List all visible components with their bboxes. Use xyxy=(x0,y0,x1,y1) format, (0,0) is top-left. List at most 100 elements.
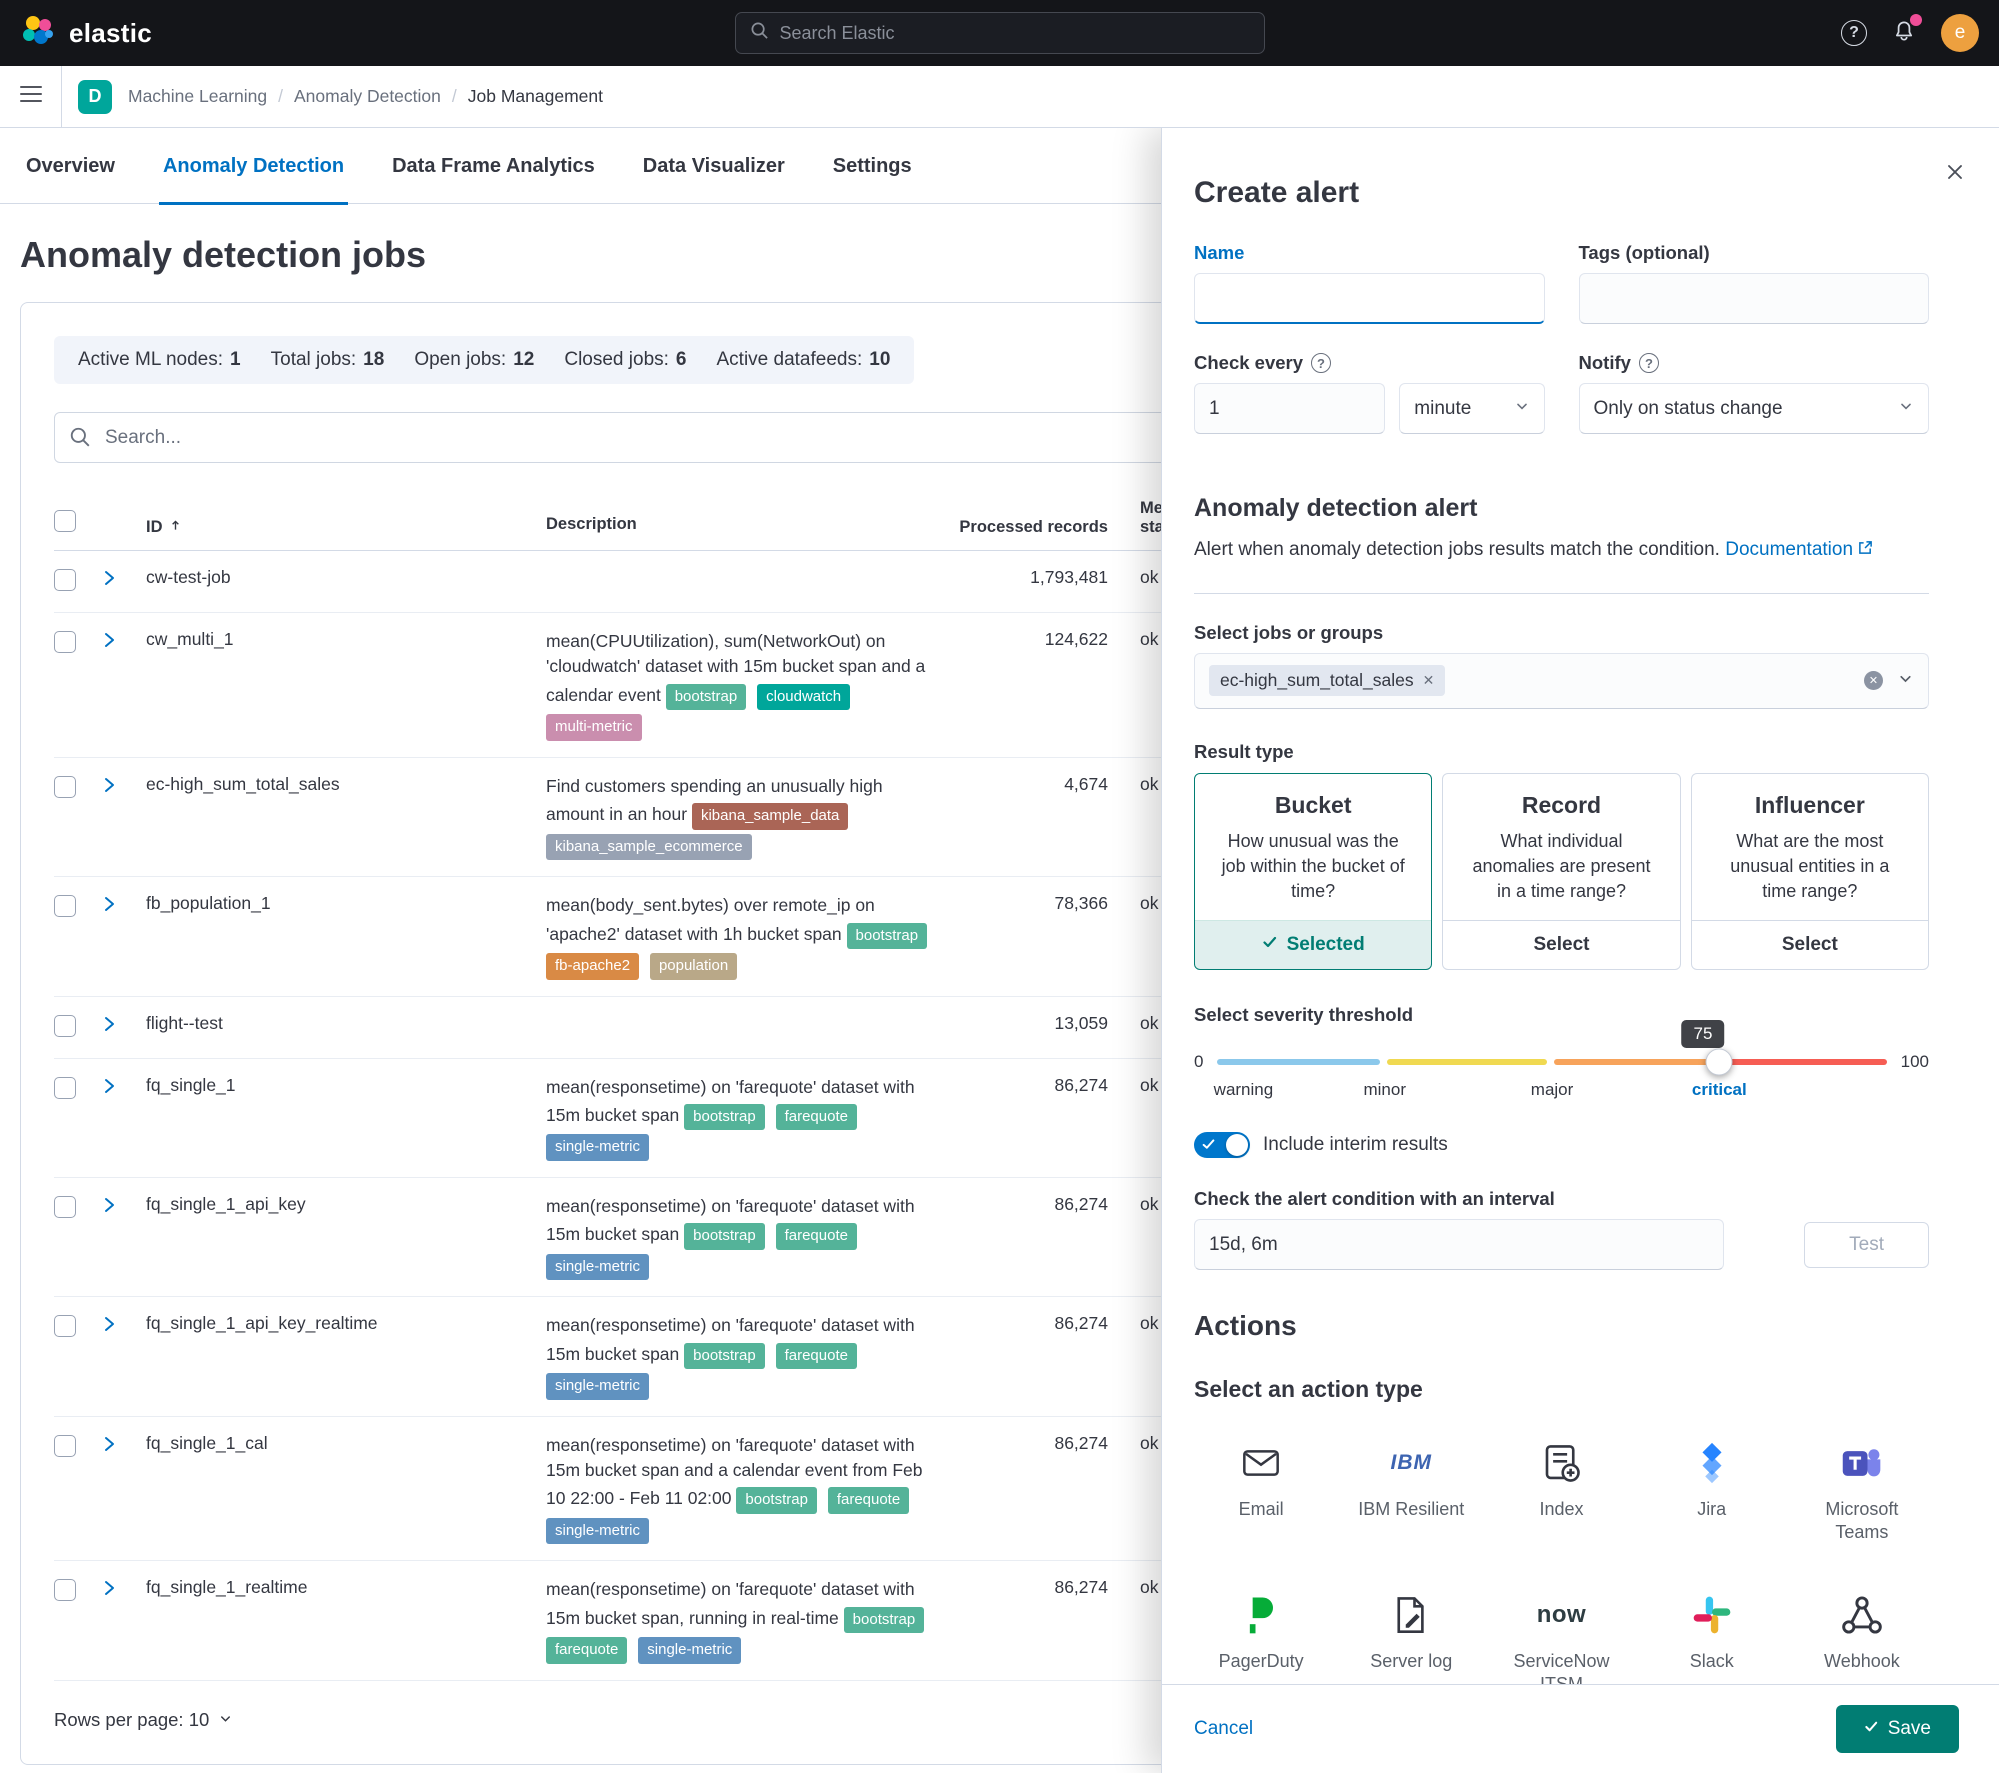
job-tag: farequote xyxy=(827,1487,910,1514)
expand-row-icon[interactable] xyxy=(100,633,118,653)
stat-total-jobs: Total jobs: 18 xyxy=(270,349,385,370)
newsfeed-button[interactable] xyxy=(1891,13,1922,49)
documentation-link[interactable]: Documentation xyxy=(1725,536,1873,565)
servicenow-icon: now xyxy=(1536,1601,1587,1629)
tab-data-visualizer[interactable]: Data Visualizer xyxy=(639,155,789,205)
section-title: Anomaly detection alert xyxy=(1194,494,1478,522)
global-search[interactable] xyxy=(734,12,1265,54)
result-type-influencer-card[interactable]: Influencer What are the most unusual ent… xyxy=(1690,772,1929,971)
tab-data-frame-analytics[interactable]: Data Frame Analytics xyxy=(388,155,599,205)
help-icon[interactable]: ? xyxy=(1638,353,1659,373)
check-every-label: Check every xyxy=(1194,352,1304,373)
jobs-groups-combobox[interactable]: ec-high_sum_total_sales ✕ ✕ xyxy=(1194,652,1929,709)
result-type-bucket-card[interactable]: Bucket How unusual was the job within th… xyxy=(1194,772,1433,971)
chevron-down-icon[interactable] xyxy=(1897,670,1914,692)
connector-server-log[interactable]: Server log xyxy=(1344,1589,1478,1684)
test-button[interactable]: Test xyxy=(1804,1221,1929,1268)
help-icon[interactable]: ? xyxy=(1311,353,1332,373)
check-every-value-input[interactable] xyxy=(1194,383,1386,434)
connector-microsoft-teams[interactable]: Microsoft Teams xyxy=(1795,1437,1929,1543)
breadcrumb-machine-learning[interactable]: Machine Learning xyxy=(128,86,267,107)
breadcrumb: Machine Learning / Anomaly Detection / J… xyxy=(128,86,603,107)
row-checkbox[interactable] xyxy=(54,1579,76,1602)
job-id: fq_single_1 xyxy=(146,1074,236,1095)
expand-row-icon[interactable] xyxy=(100,1197,118,1218)
breadcrumb-anomaly-detection[interactable]: Anomaly Detection xyxy=(294,86,441,107)
actions-title: Actions xyxy=(1194,1310,1297,1342)
job-records: 124,622 xyxy=(1044,629,1108,649)
connector-slack[interactable]: Slack xyxy=(1645,1589,1779,1684)
expand-row-icon[interactable] xyxy=(100,1317,118,1337)
clear-selection-icon[interactable]: ✕ xyxy=(1864,671,1883,690)
expand-row-icon[interactable] xyxy=(100,777,118,798)
breadcrumb-bar: D Machine Learning / Anomaly Detection /… xyxy=(0,66,1999,128)
bucket-selected-state[interactable]: Selected xyxy=(1195,920,1432,970)
alert-name-input[interactable] xyxy=(1194,273,1545,324)
row-checkbox[interactable] xyxy=(54,1195,76,1218)
row-checkbox[interactable] xyxy=(54,775,76,798)
include-interim-toggle[interactable] xyxy=(1194,1132,1250,1159)
connector-ibm-resilient[interactable]: IBM IBM Resilient xyxy=(1344,1437,1478,1543)
slider-handle[interactable] xyxy=(1705,1048,1733,1076)
tab-anomaly-detection[interactable]: Anomaly Detection xyxy=(158,155,349,205)
expand-row-icon[interactable] xyxy=(100,1436,118,1457)
row-checkbox[interactable] xyxy=(54,1014,76,1037)
save-button[interactable]: Save xyxy=(1835,1705,1959,1753)
slider-min-label: 0 xyxy=(1194,1052,1204,1072)
elastic-home-link[interactable]: elastic xyxy=(20,13,152,54)
stat-active-datafeeds: Active datafeeds: 10 xyxy=(716,349,891,370)
connector-webhook[interactable]: Webhook xyxy=(1795,1589,1929,1684)
severity-segment-major xyxy=(1554,1059,1715,1066)
job-description: mean(body_sent.bytes) over remote_ip on … xyxy=(546,893,956,980)
tick-critical[interactable]: critical xyxy=(1692,1080,1747,1100)
tab-overview[interactable]: Overview xyxy=(22,155,119,205)
expand-row-icon[interactable] xyxy=(100,1016,118,1037)
tab-settings[interactable]: Settings xyxy=(829,155,916,205)
select-all-checkbox[interactable] xyxy=(54,510,76,532)
job-tag: multi-metric xyxy=(546,714,642,741)
user-avatar[interactable]: e xyxy=(1941,14,1979,52)
job-tag: single-metric xyxy=(546,1373,650,1400)
row-checkbox[interactable] xyxy=(54,569,76,591)
connector-pagerduty[interactable]: PagerDuty xyxy=(1194,1589,1328,1684)
nav-menu-button[interactable] xyxy=(0,66,62,127)
connector-jira[interactable]: Jira xyxy=(1645,1437,1779,1543)
tags-label: Tags (optional) xyxy=(1578,242,1710,263)
severity-slider[interactable]: 75 xyxy=(1217,1020,1887,1076)
connector-email[interactable]: Email xyxy=(1194,1437,1328,1543)
interval-input[interactable] xyxy=(1194,1219,1724,1271)
remove-chip-icon[interactable]: ✕ xyxy=(1423,672,1435,689)
record-select-button[interactable]: Select xyxy=(1443,920,1680,969)
help-menu-button[interactable]: ? xyxy=(1841,20,1867,46)
tick-minor[interactable]: minor xyxy=(1363,1080,1406,1100)
expand-row-icon[interactable] xyxy=(100,1078,118,1099)
close-icon[interactable] xyxy=(1945,162,1965,187)
job-tag: farequote xyxy=(546,1637,628,1664)
expand-row-icon[interactable] xyxy=(100,571,118,591)
cancel-button[interactable]: Cancel xyxy=(1194,1718,1253,1740)
row-checkbox[interactable] xyxy=(54,895,76,918)
tick-warning[interactable]: warning xyxy=(1214,1080,1274,1100)
job-records: 86,274 xyxy=(1054,1074,1108,1095)
connector-index[interactable]: Index xyxy=(1494,1437,1628,1543)
tick-major[interactable]: major xyxy=(1531,1080,1574,1100)
notify-select[interactable]: Only on status change xyxy=(1578,383,1929,434)
global-search-input[interactable] xyxy=(779,22,1250,44)
expand-row-icon[interactable] xyxy=(100,1581,118,1601)
index-icon xyxy=(1540,1437,1582,1489)
alert-tags-input[interactable] xyxy=(1578,273,1929,324)
check-every-unit-select[interactable]: minute xyxy=(1399,383,1545,434)
connector-servicenow-itsm[interactable]: now ServiceNow ITSM xyxy=(1494,1589,1628,1684)
job-records: 13,059 xyxy=(1054,1012,1108,1033)
influencer-select-button[interactable]: Select xyxy=(1691,920,1928,969)
row-checkbox[interactable] xyxy=(54,631,76,653)
result-type-record-card[interactable]: Record What individual anomalies are pre… xyxy=(1442,772,1681,971)
chevron-down-icon xyxy=(1514,398,1530,420)
divider xyxy=(1194,592,1929,594)
row-checkbox[interactable] xyxy=(54,1076,76,1099)
column-header-id[interactable]: ID xyxy=(146,518,546,537)
space-avatar[interactable]: D xyxy=(78,79,112,114)
row-checkbox[interactable] xyxy=(54,1315,76,1338)
row-checkbox[interactable] xyxy=(54,1434,76,1457)
expand-row-icon[interactable] xyxy=(100,897,118,917)
